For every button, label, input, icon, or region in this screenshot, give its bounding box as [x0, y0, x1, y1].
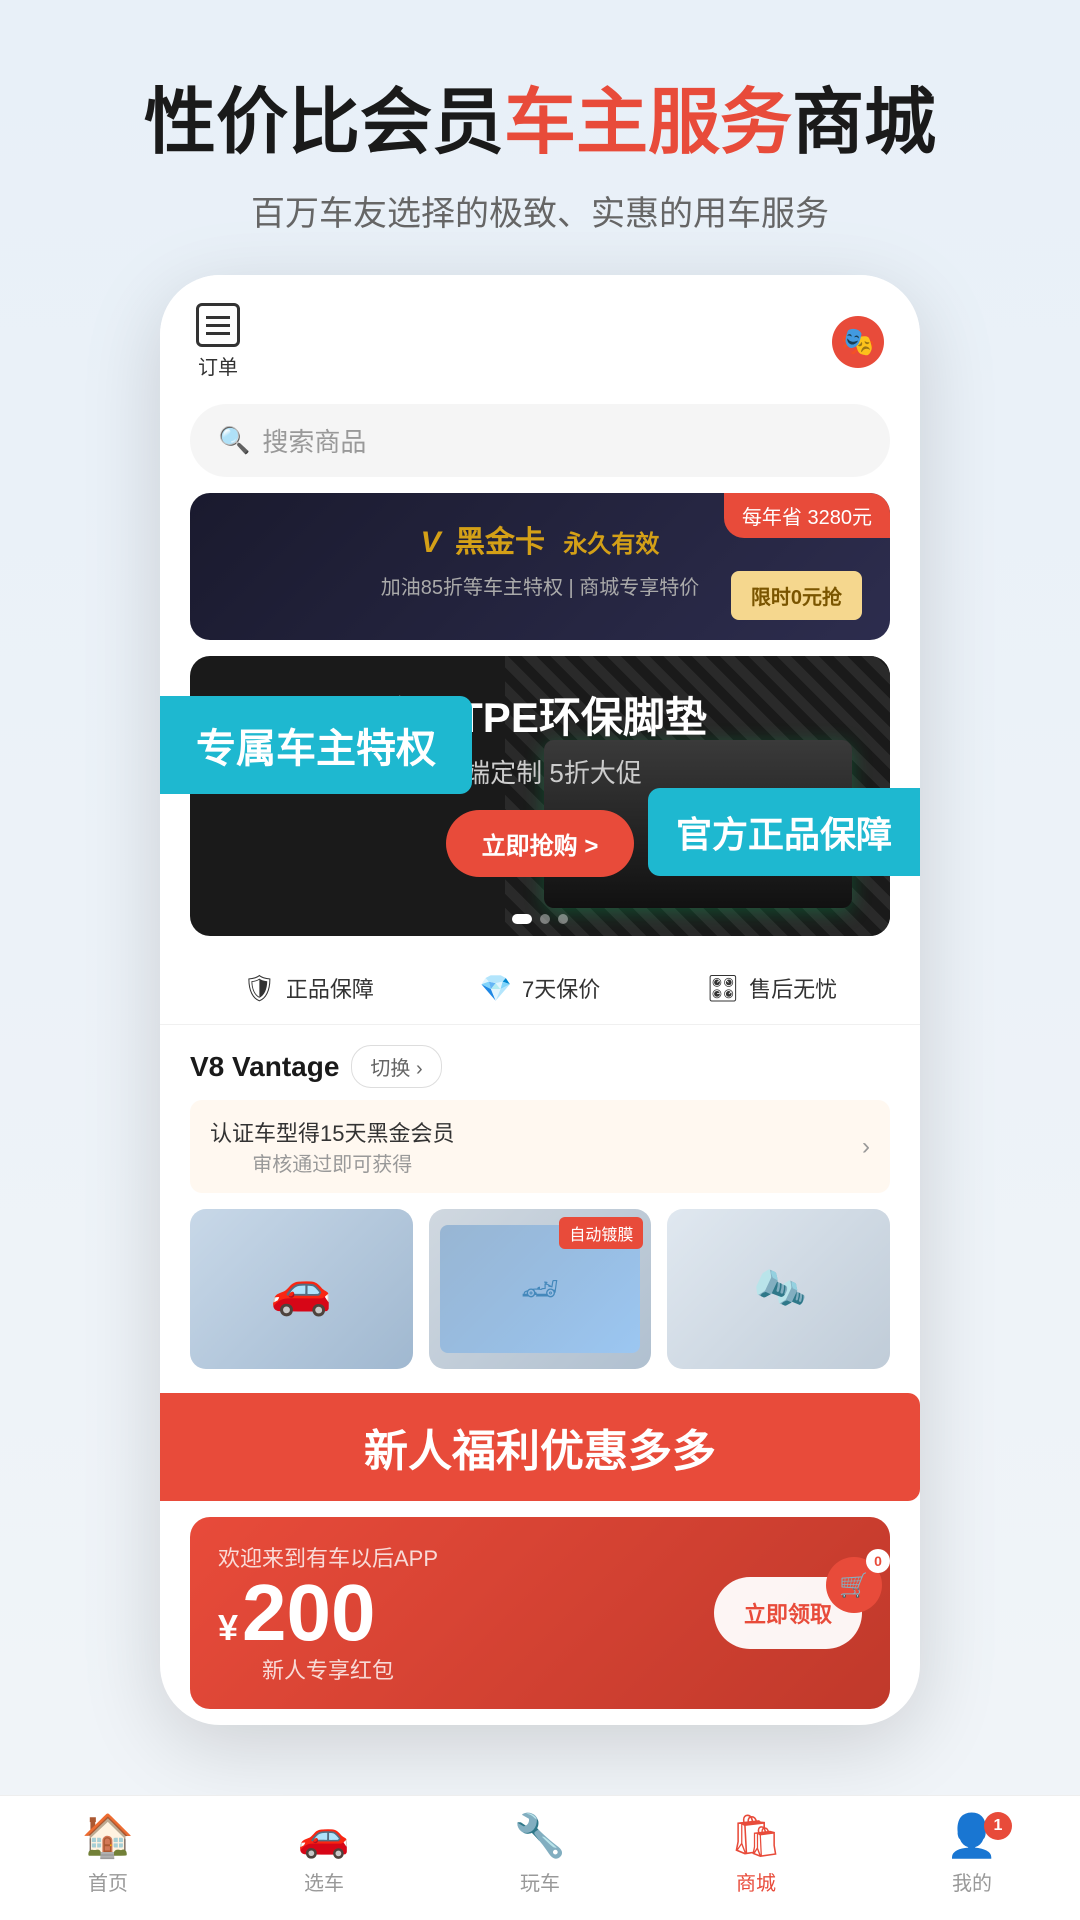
bottom-nav: 🏠 首页 🚗 选车 🔧 玩车 🛍 商城 👤 我的 1: [0, 1795, 1080, 1920]
nav-label-car: 选车: [304, 1867, 344, 1896]
hero-title: 性价比会员车主服务商城: [40, 80, 1040, 166]
search-placeholder: 搜索商品: [262, 422, 366, 459]
hero-title-part1: 性价比会员: [144, 83, 504, 163]
service-icon: 🎛: [706, 973, 739, 1004]
switch-car-button[interactable]: 切换 ›: [351, 1045, 441, 1088]
film-icon: 🏎: [521, 1272, 559, 1307]
car-silhouette-icon: 🚗: [270, 1260, 332, 1319]
buy-now-button[interactable]: 立即抢购 >: [446, 810, 635, 877]
nav-item-car[interactable]: 🚗 选车: [264, 1812, 384, 1896]
member-info-content: 认证车型得15天黑金会员 审核通过即可获得: [210, 1116, 454, 1177]
hero-subtitle: 百万车友选择的极致、实惠的用车服务: [40, 186, 1040, 235]
member-info-main: 认证车型得15天黑金会员: [210, 1116, 454, 1148]
callout-new-user: 新人福利优惠多多: [160, 1393, 920, 1501]
product-card-wiper[interactable]: 🔩: [667, 1209, 890, 1369]
trust-badge-authentic: 🛡 正品保障: [243, 972, 374, 1004]
auto-badge: 自动镀膜: [559, 1217, 643, 1249]
save-badge: 每年省 3280元: [724, 493, 890, 538]
order-label: 订单: [198, 351, 238, 380]
shield-icon: 🛡: [243, 973, 276, 1004]
trust-badge-service: 🎛 售后无忧: [706, 972, 837, 1004]
callout-owner-wrapper: 专属车主特权 砖叔TPE环保脚垫 高端定制 5折大促 立即抢购 >: [160, 656, 920, 936]
diamond-icon: 💎: [480, 973, 512, 1004]
callout-official-guarantee: 官方正品保障: [648, 788, 920, 876]
amount-sup: ¥: [218, 1607, 238, 1649]
car-nav-icon: 🚗: [298, 1812, 350, 1861]
wiper-icon: 🔩: [747, 1259, 810, 1320]
nav-label-shop: 商城: [736, 1867, 776, 1896]
trust-label-3: 售后无忧: [749, 972, 837, 1004]
trust-badge-price: 💎 7天保价: [480, 972, 601, 1004]
callout-owner-privilege: 专属车主特权: [160, 696, 472, 794]
new-user-claim-wrapper: 立即领取 🛒 0: [714, 1577, 862, 1649]
order-icon: [196, 303, 240, 347]
product-card-film[interactable]: 🏎 自动镀膜: [429, 1209, 652, 1369]
app-topbar: 订单 🎭: [160, 275, 920, 396]
nav-label-play: 玩车: [520, 1867, 560, 1896]
trust-label-1: 正品保障: [286, 972, 374, 1004]
new-user-banner-left: 欢迎来到有车以后APP ¥ 200 新人专享红包: [218, 1541, 438, 1685]
nav-item-home[interactable]: 🏠 首页: [48, 1812, 168, 1896]
car-model-name: V8 Vantage: [190, 1051, 339, 1083]
new-user-wrapper: 新人福利优惠多多: [160, 1393, 920, 1501]
shop-icon: 🛍: [729, 1812, 782, 1861]
phone-mockup: 订单 🎭 🔍 搜索商品 每年省 3280元 V 黑金卡 永久有效 加油85: [160, 275, 920, 1725]
car-model-header: V8 Vantage 切换 ›: [190, 1025, 890, 1100]
film-card-image: 🏎 自动镀膜: [429, 1209, 652, 1369]
cart-badge: 0: [866, 1549, 890, 1573]
car-card-image: 🚗: [190, 1209, 413, 1369]
banner-dots: [512, 914, 568, 924]
dot-2: [540, 914, 550, 924]
free-claim-button[interactable]: 限时0元抢: [731, 571, 862, 620]
car-section: V8 Vantage 切换 › 认证车型得15天黑金会员 审核通过即可获得 ›: [160, 1025, 920, 1385]
trust-label-2: 7天保价: [522, 972, 600, 1004]
home-icon: 🏠: [82, 1812, 134, 1861]
dot-3: [558, 914, 568, 924]
new-user-banner[interactable]: 欢迎来到有车以后APP ¥ 200 新人专享红包 立即领取 🛒 0: [190, 1517, 890, 1709]
member-info-bar[interactable]: 认证车型得15天黑金会员 审核通过即可获得 ›: [190, 1100, 890, 1193]
new-user-amount: 200: [242, 1573, 375, 1653]
message-badge: 1: [984, 1812, 1012, 1840]
nav-label-home: 首页: [88, 1867, 128, 1896]
product-cards: 🚗 🏎 自动镀膜 🔩: [190, 1209, 890, 1369]
black-card-banner[interactable]: 每年省 3280元 V 黑金卡 永久有效 加油85折等车主特权 | 商城专享特价…: [190, 493, 890, 640]
avatar-emoji: 🎭: [841, 325, 876, 358]
dot-1: [512, 914, 532, 924]
wiper-card-image: 🔩: [667, 1209, 890, 1369]
trust-badges: 🛡 正品保障 💎 7天保价 🎛 售后无忧: [160, 952, 920, 1025]
search-icon: 🔍: [218, 425, 250, 456]
hero-title-part2: 商城: [792, 83, 936, 163]
search-bar[interactable]: 🔍 搜索商品: [190, 404, 890, 477]
product-card-car[interactable]: 🚗: [190, 1209, 413, 1369]
order-nav[interactable]: 订单: [196, 303, 240, 380]
cart-float-button[interactable]: 🛒 0: [826, 1557, 882, 1613]
user-avatar[interactable]: 🎭: [832, 316, 884, 368]
nav-item-shop[interactable]: 🛍 商城: [696, 1812, 816, 1896]
card-forever: 永久有效: [563, 531, 659, 558]
nav-item-play[interactable]: 🔧 玩车: [480, 1812, 600, 1896]
member-arrow-icon: ›: [862, 1133, 870, 1161]
member-info-text1: 认证车型得15天黑金会员: [210, 1121, 454, 1146]
play-icon: 🔧: [514, 1812, 566, 1861]
new-user-desc: 新人专享红包: [218, 1653, 438, 1685]
v-icon: V: [421, 526, 441, 559]
hero-section: 性价比会员车主服务商城 百万车友选择的极致、实惠的用车服务 订单 🎭 🔍 搜索商…: [0, 0, 1080, 1765]
nav-item-mine[interactable]: 👤 我的 1: [912, 1812, 1032, 1896]
card-name: 黑金卡: [455, 526, 545, 559]
hero-title-highlight: 车主服务: [504, 83, 792, 163]
nav-label-mine: 我的: [952, 1867, 992, 1896]
member-info-sub: 审核通过即可获得: [210, 1148, 454, 1177]
